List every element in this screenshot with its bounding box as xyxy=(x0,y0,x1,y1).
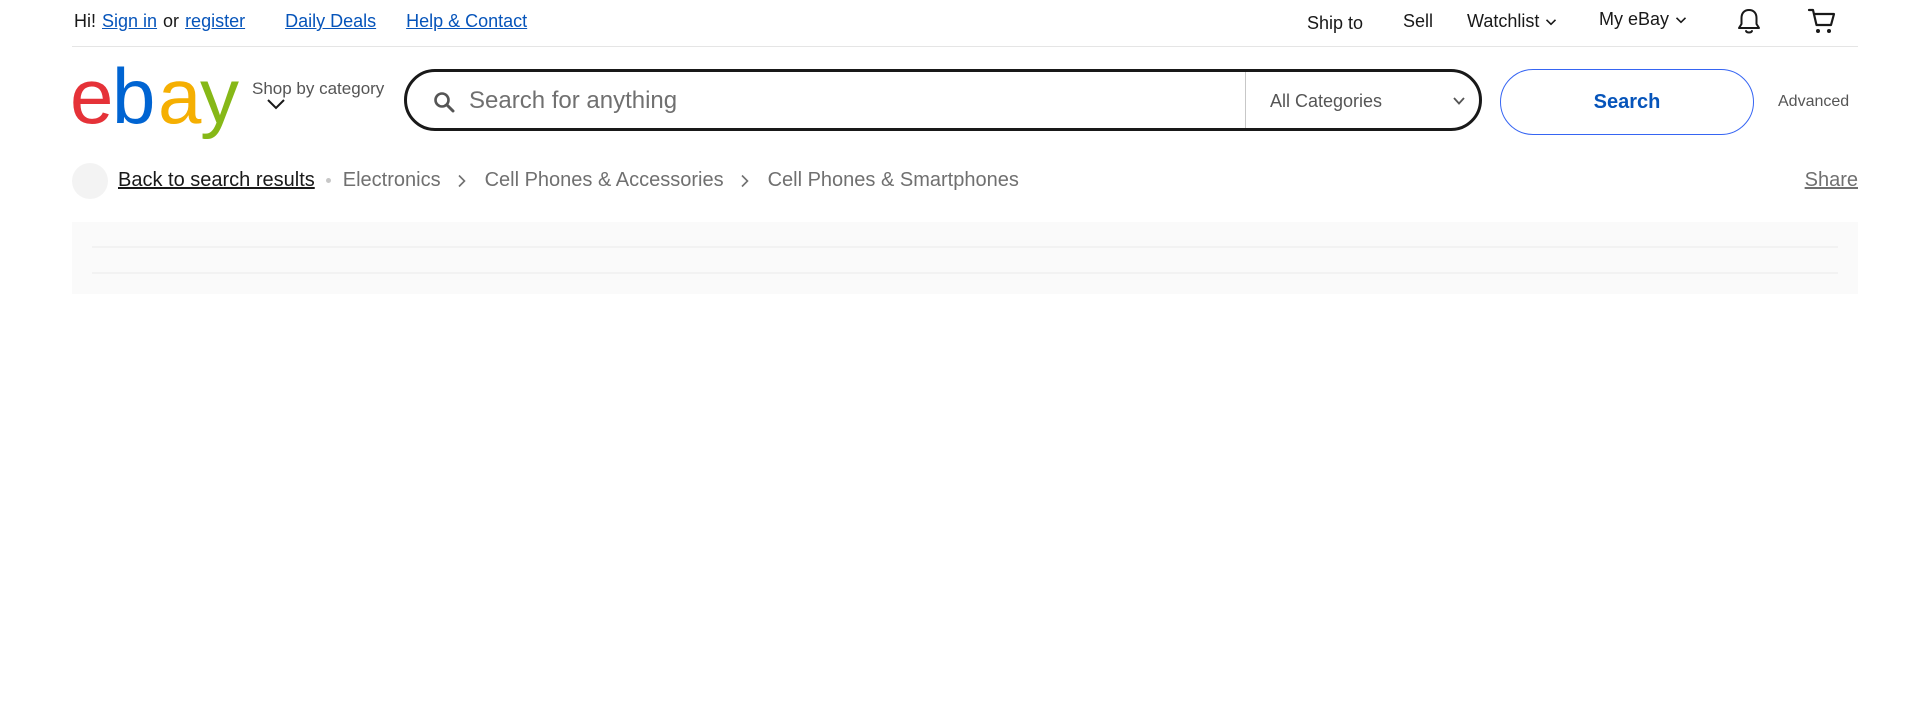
ebay-logo-wordmark: e b a y xyxy=(70,52,239,140)
logo-letter-y: y xyxy=(200,62,239,140)
search-icon xyxy=(434,92,455,113)
logo-letter-b: b xyxy=(112,62,155,140)
skeleton-line xyxy=(92,246,1838,248)
breadcrumb-cell-phones-smartphones[interactable]: Cell Phones & Smartphones xyxy=(768,169,1019,192)
ship-to-button[interactable]: Ship to xyxy=(1307,13,1363,34)
separator-dot xyxy=(325,178,331,183)
search-bar: All Categories xyxy=(404,69,1482,131)
search-button[interactable]: Search xyxy=(1500,69,1754,135)
advanced-search-link[interactable]: Advanced xyxy=(1778,93,1849,111)
breadcrumb-cell-phones-accessories[interactable]: Cell Phones & Accessories xyxy=(485,169,724,192)
chevron-right-icon xyxy=(457,174,466,187)
chevron-right-icon xyxy=(741,174,749,187)
logo-letter-a: a xyxy=(158,62,202,140)
share-link[interactable]: Share xyxy=(1805,169,1858,192)
category-select[interactable]: All Categories xyxy=(1246,72,1479,128)
chevron-down-icon xyxy=(1546,18,1557,25)
category-select-value: All Categories xyxy=(1270,91,1383,111)
chevron-down-icon xyxy=(1675,16,1687,23)
chevron-down-icon xyxy=(1453,97,1465,105)
breadcrumb-electronics[interactable]: Electronics xyxy=(343,169,441,192)
topbar-right: Ship to Sell Watchlist My eBay xyxy=(72,6,1858,39)
search-input[interactable] xyxy=(467,72,1241,128)
top-utility-bar: Hi! Sign in or register Daily Deals Help… xyxy=(72,0,1858,47)
skeleton-line xyxy=(92,272,1838,274)
watchlist-label: Watchlist xyxy=(1467,11,1540,31)
breadcrumb-row: Back to search results Electronics Cell … xyxy=(118,169,1019,192)
loading-skeleton xyxy=(72,222,1858,294)
watchlist-menu[interactable]: Watchlist xyxy=(1467,11,1557,32)
notification-bell-icon[interactable] xyxy=(1734,6,1764,36)
cart-icon[interactable] xyxy=(1807,6,1837,36)
back-to-search-results-link[interactable]: Back to search results xyxy=(118,169,315,192)
sell-link[interactable]: Sell xyxy=(1403,11,1433,32)
header: e b a y Shop by category All Categories … xyxy=(70,52,1858,142)
breadcrumb: Back to search results Electronics Cell … xyxy=(72,163,1858,201)
my-ebay-menu[interactable]: My eBay xyxy=(1599,9,1687,30)
ebay-logo[interactable]: e b a y xyxy=(70,52,252,140)
logo-letter-e: e xyxy=(72,62,110,140)
my-ebay-label: My eBay xyxy=(1599,9,1670,29)
chevron-down-icon xyxy=(267,99,285,110)
back-arrow-icon[interactable] xyxy=(72,163,108,199)
